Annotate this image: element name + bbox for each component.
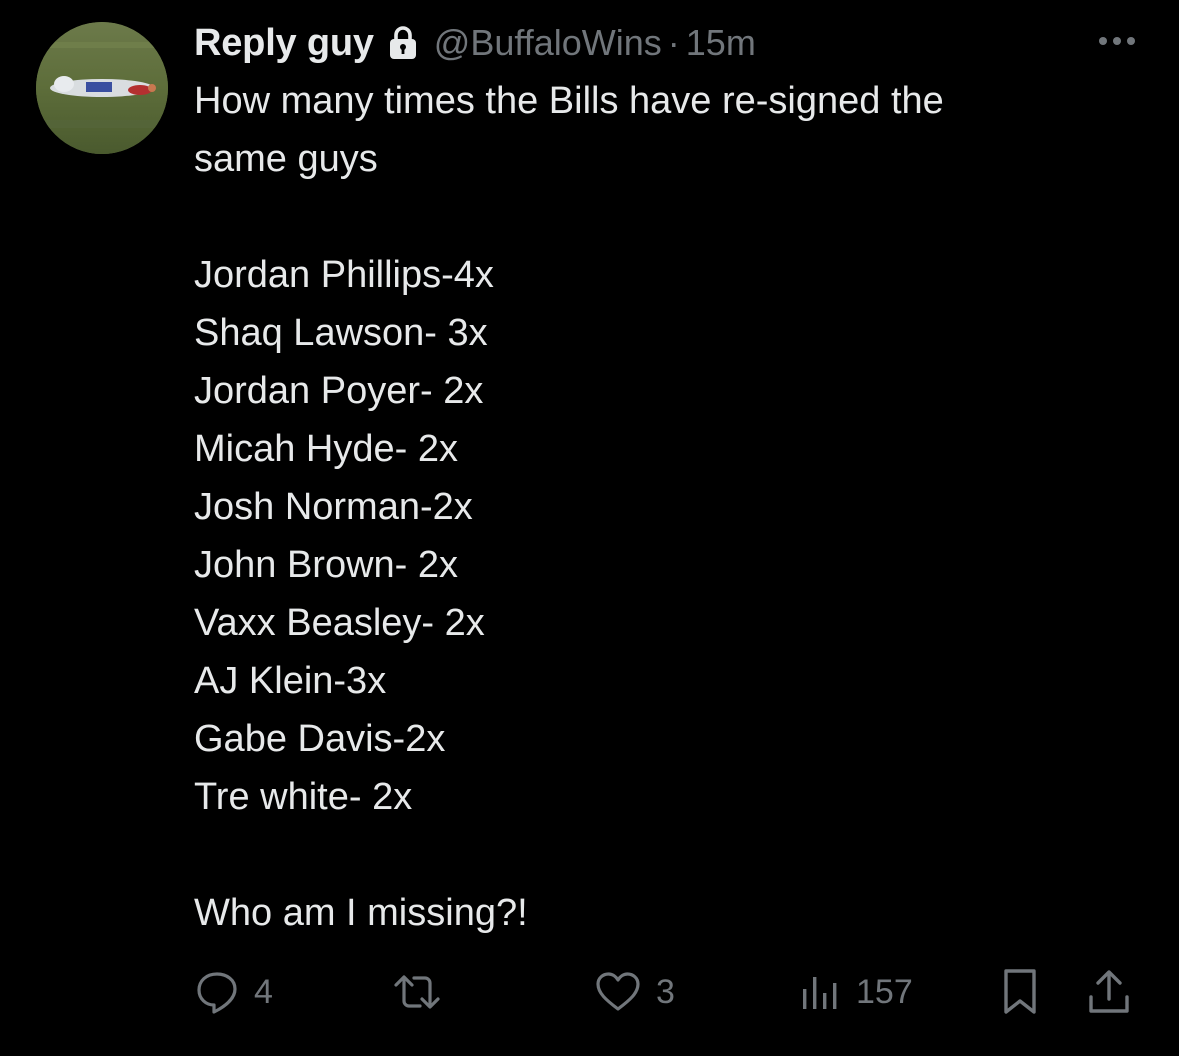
retweet-button[interactable] — [390, 960, 458, 1024]
list-item: John Brown- 2x — [194, 544, 459, 586]
avatar[interactable] — [36, 22, 168, 154]
share-button[interactable] — [1086, 960, 1132, 1024]
tweet-text-line: same guys — [194, 138, 378, 180]
list-item: Shaq Lawson- 3x — [194, 312, 488, 354]
bookmark-icon — [1000, 967, 1040, 1017]
tweet-text-line: How many times the Bills have re-signed … — [194, 80, 944, 122]
reply-button[interactable]: 4 — [194, 960, 273, 1024]
list-item: Jordan Poyer- 2x — [194, 370, 484, 412]
views-icon — [798, 969, 842, 1015]
reply-icon — [194, 969, 240, 1015]
like-count: 3 — [656, 972, 675, 1011]
lock-icon — [388, 25, 418, 61]
handle[interactable]: @BuffaloWins — [434, 22, 662, 64]
retweet-icon — [390, 969, 444, 1015]
display-name[interactable]: Reply guy — [194, 22, 374, 65]
heart-icon — [594, 969, 642, 1015]
tweet-text: How many times the Bills have re-signed … — [194, 72, 1144, 942]
list-item: Micah Hyde- 2x — [194, 428, 458, 470]
share-icon — [1086, 967, 1132, 1017]
reply-count: 4 — [254, 972, 273, 1011]
list-item: AJ Klein-3x — [194, 660, 387, 702]
views-button[interactable]: 157 — [798, 960, 913, 1024]
more-icon[interactable] — [1095, 26, 1139, 56]
timestamp[interactable]: 15m — [686, 22, 756, 64]
action-bar: 4 3 157 — [194, 960, 1144, 1024]
list-item: Jordan Phillips-4x — [194, 254, 494, 296]
list-item: Gabe Davis-2x — [194, 718, 446, 760]
tweet-text-outro: Who am I missing?! — [194, 892, 528, 934]
separator-dot: · — [667, 22, 680, 63]
tweet-header: Reply guy @BuffaloWins · 15m — [194, 16, 756, 70]
like-button[interactable]: 3 — [594, 960, 675, 1024]
views-count: 157 — [856, 972, 913, 1011]
bookmark-button[interactable] — [1000, 960, 1040, 1024]
list-item: Vaxx Beasley- 2x — [194, 602, 485, 644]
list-item: Tre white- 2x — [194, 776, 413, 818]
list-item: Josh Norman-2x — [194, 486, 473, 528]
